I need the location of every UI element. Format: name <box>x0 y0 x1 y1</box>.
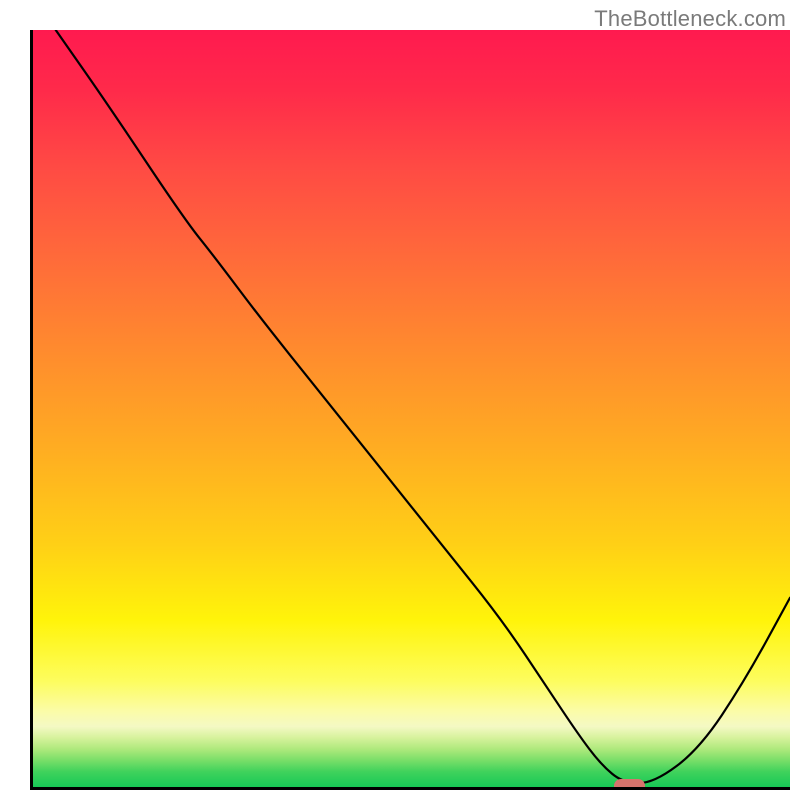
chart-plot-area <box>30 30 790 790</box>
watermark-text: TheBottleneck.com <box>594 6 786 32</box>
bottleneck-curve <box>33 30 790 787</box>
optimal-point-marker <box>614 779 644 790</box>
chart-container: TheBottleneck.com <box>0 0 800 800</box>
